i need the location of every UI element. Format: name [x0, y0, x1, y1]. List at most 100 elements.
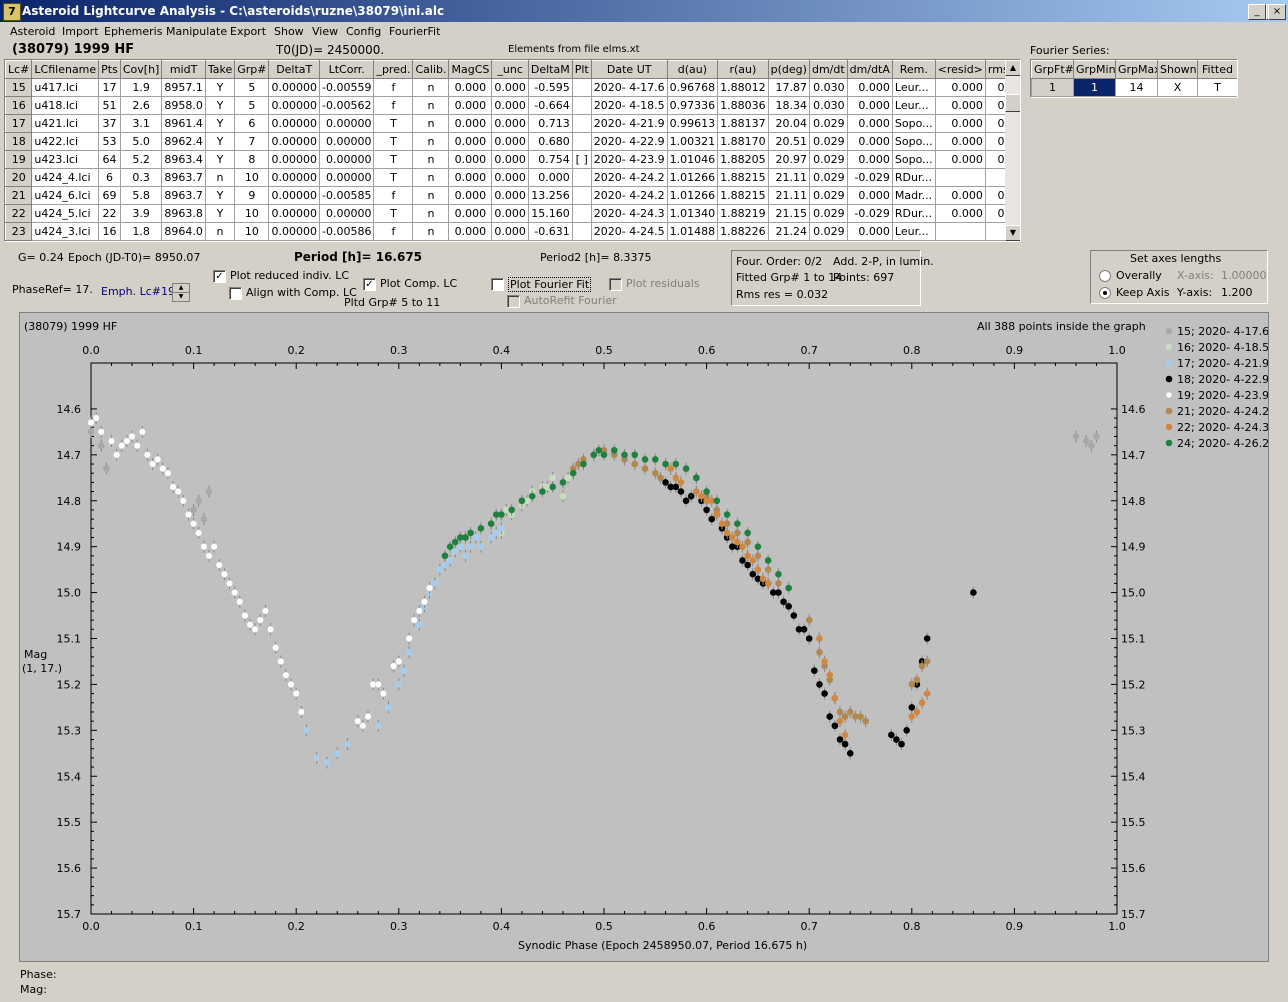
table-cell[interactable]: 10	[234, 204, 270, 223]
table-cell[interactable]: 0.000	[491, 222, 529, 241]
data-point[interactable]	[113, 451, 121, 459]
table-cell[interactable]: 1.88137	[717, 114, 769, 133]
table-cell[interactable]: 1.88036	[717, 96, 769, 115]
data-point[interactable]	[918, 662, 926, 670]
data-point[interactable]	[164, 469, 172, 477]
table-cell[interactable]: Sopo...	[891, 114, 936, 133]
data-point[interactable]	[764, 566, 772, 573]
data-point[interactable]	[256, 616, 264, 624]
lc-col-header[interactable]: d(au)	[666, 60, 719, 79]
table-cell[interactable]: u418.lci	[31, 96, 100, 115]
table-cell[interactable]: 2.6	[119, 96, 163, 115]
table-cell[interactable]: 2020- 4-21.9	[590, 114, 668, 133]
table-cell[interactable]: 0.00000	[268, 96, 320, 115]
table-cell[interactable]: Y	[204, 204, 236, 223]
yaxis-value[interactable]: 1.200	[1221, 286, 1253, 299]
table-cell[interactable]: f	[373, 96, 414, 115]
plot-svg[interactable]: 0.0 0.0 0.1 0.1 0.2 0.2 0.3 0.3 0.4 0.4 0.5 0.5 0.6 0…	[20, 313, 1269, 961]
data-point[interactable]	[744, 538, 751, 546]
table-cell[interactable]: 1.01046	[666, 150, 719, 169]
data-point[interactable]	[205, 552, 213, 560]
table-cell[interactable]: 3.1	[119, 114, 163, 133]
data-point[interactable]	[364, 713, 372, 721]
table-cell[interactable]: -0.00586	[318, 222, 375, 241]
table-cell[interactable]: [ ]	[571, 150, 592, 169]
data-point[interactable]	[415, 607, 423, 615]
table-cell[interactable]: 0.029	[808, 168, 848, 187]
table-cell[interactable]: 0.000	[527, 168, 573, 187]
lc-col-header[interactable]: <resid>	[934, 60, 986, 79]
plot-reduced-checkbox[interactable]: ✓	[213, 270, 226, 283]
data-point[interactable]	[816, 648, 823, 656]
data-point[interactable]	[775, 570, 782, 578]
data-point[interactable]	[405, 648, 413, 656]
close-button-x[interactable]: ×	[1268, 4, 1286, 20]
table-cell[interactable]: 0.029	[808, 114, 848, 133]
table-cell[interactable]: -0.595	[527, 78, 573, 97]
data-point[interactable]	[215, 561, 223, 569]
data-point[interactable]	[313, 754, 321, 762]
table-cell[interactable]: 0.030	[808, 96, 848, 115]
table-cell[interactable]: u422.lci	[31, 132, 100, 151]
table-cell[interactable]: 1.01340	[666, 204, 719, 223]
lc-col-header[interactable]: Calib.	[412, 60, 450, 79]
data-point[interactable]	[549, 474, 556, 482]
table-cell[interactable]: 17.87	[767, 78, 810, 97]
table-cell[interactable]: 20.04	[767, 114, 810, 133]
data-point[interactable]	[739, 543, 746, 550]
data-point[interactable]	[805, 616, 813, 624]
lc-col-header[interactable]: Lc#	[5, 60, 33, 79]
table-cell[interactable]: 0.000	[491, 96, 529, 115]
data-point[interactable]	[764, 580, 772, 587]
data-point[interactable]	[682, 497, 690, 505]
data-point[interactable]	[246, 621, 254, 629]
table-cell[interactable]	[934, 168, 986, 187]
data-point[interactable]	[159, 465, 167, 473]
table-cell[interactable]: 8958.0	[161, 96, 206, 115]
table-cell[interactable]: 10	[234, 222, 270, 241]
table-cell[interactable]: 0.030	[808, 78, 848, 97]
table-cell[interactable]: -0.029	[846, 204, 893, 223]
data-point[interactable]	[908, 704, 916, 711]
plot-comp-checkbox[interactable]: ✓	[363, 278, 376, 291]
table-cell[interactable]: n	[412, 96, 450, 115]
lc-col-header[interactable]: Plt	[571, 60, 592, 79]
table-cell[interactable]: 1.88170	[717, 132, 769, 151]
table-cell[interactable]	[571, 114, 592, 133]
table-cell[interactable]: -0.631	[527, 222, 573, 241]
emph-lc-spinner[interactable]: ▲ ▼	[172, 283, 190, 302]
table-cell[interactable]: 0.000	[491, 132, 529, 151]
table-cell[interactable]: T	[373, 168, 414, 187]
data-point[interactable]	[1072, 433, 1080, 440]
table-cell[interactable]: 0.754	[527, 150, 573, 169]
table-cell[interactable]: 2020- 4-18.5	[590, 96, 668, 115]
table-cell[interactable]: 8962.4	[161, 132, 206, 151]
fourier-col-grpmax[interactable]: GrpMax	[1115, 60, 1158, 79]
lc-col-header[interactable]: Date UT	[590, 60, 668, 79]
table-cell[interactable]: 0.000	[491, 168, 529, 187]
table-cell[interactable]: 0.000	[846, 150, 893, 169]
table-row[interactable]: 15 u417.lci 17 1.9 8957.1 Y 5 0.00000 -0.00559 f n…	[5, 78, 1020, 97]
table-cell[interactable]: 1.01488	[666, 222, 719, 241]
data-point[interactable]	[107, 437, 116, 445]
data-point[interactable]	[862, 717, 869, 725]
data-point[interactable]	[652, 469, 659, 477]
data-point[interactable]	[569, 469, 577, 477]
data-point[interactable]	[821, 690, 828, 697]
table-cell[interactable]: 21.11	[767, 186, 810, 205]
data-point[interactable]	[1088, 442, 1095, 449]
data-point[interactable]	[595, 446, 603, 454]
data-point[interactable]	[559, 492, 567, 500]
data-point[interactable]	[559, 479, 567, 486]
data-point[interactable]	[446, 557, 454, 564]
data-point[interactable]	[472, 534, 480, 541]
table-cell[interactable]: n	[204, 222, 236, 241]
data-point[interactable]	[416, 621, 423, 629]
data-point[interactable]	[487, 534, 495, 541]
table-cell[interactable]: 1.01266	[666, 168, 719, 187]
table-cell[interactable]: T	[373, 150, 414, 169]
table-cell[interactable]: 15.160	[527, 204, 573, 223]
table-cell[interactable]: 0.00000	[268, 78, 320, 97]
data-point[interactable]	[610, 446, 618, 454]
data-point[interactable]	[184, 510, 193, 519]
